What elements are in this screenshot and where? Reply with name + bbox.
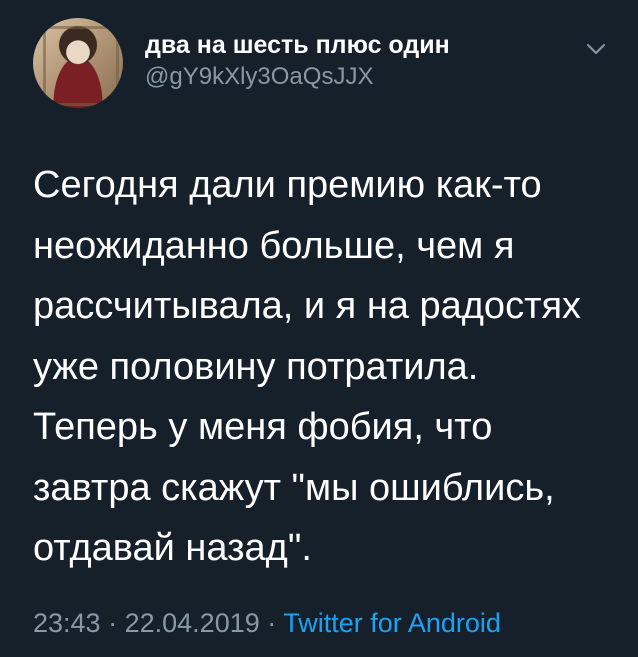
tweet-line: уже половину потратила.: [33, 345, 479, 388]
tweet-text: Сегодня дали премию как-то неожиданно бо…: [33, 155, 613, 579]
tweet-line: неожиданно больше, чем я: [33, 224, 515, 267]
tweet-time[interactable]: 23:43: [33, 608, 101, 638]
tweet-line: Теперь у меня фобия, что: [33, 406, 493, 448]
avatar-photo-frame: [43, 26, 119, 106]
tweet-line: Сегодня дали премию как-то: [33, 164, 542, 206]
tweet-line: отдавай назад".: [33, 527, 312, 569]
meta-separator: ·: [267, 608, 277, 638]
avatar[interactable]: [33, 18, 123, 108]
tweet-header: два на шесть плюс один @gY9kXly3OaQsJJX: [33, 18, 623, 108]
tweet-meta: 23:43 · 22.04.2019 · Twitter for Android: [33, 608, 501, 639]
chevron-down-icon[interactable]: [581, 34, 611, 64]
meta-separator: ·: [108, 608, 118, 638]
tweet-date[interactable]: 22.04.2019: [125, 608, 260, 638]
author-names: два на шесть плюс один @gY9kXly3OaQsJJX: [145, 30, 450, 92]
tweet-source-link[interactable]: Twitter for Android: [283, 608, 501, 638]
author-display-name[interactable]: два на шесть плюс один: [145, 30, 450, 60]
author-handle[interactable]: @gY9kXly3OaQsJJX: [145, 62, 450, 92]
tweet-line: завтра скажут "мы ошиблись,: [33, 466, 555, 509]
tweet-line: рассчитывала, и я на радостях: [33, 285, 582, 327]
